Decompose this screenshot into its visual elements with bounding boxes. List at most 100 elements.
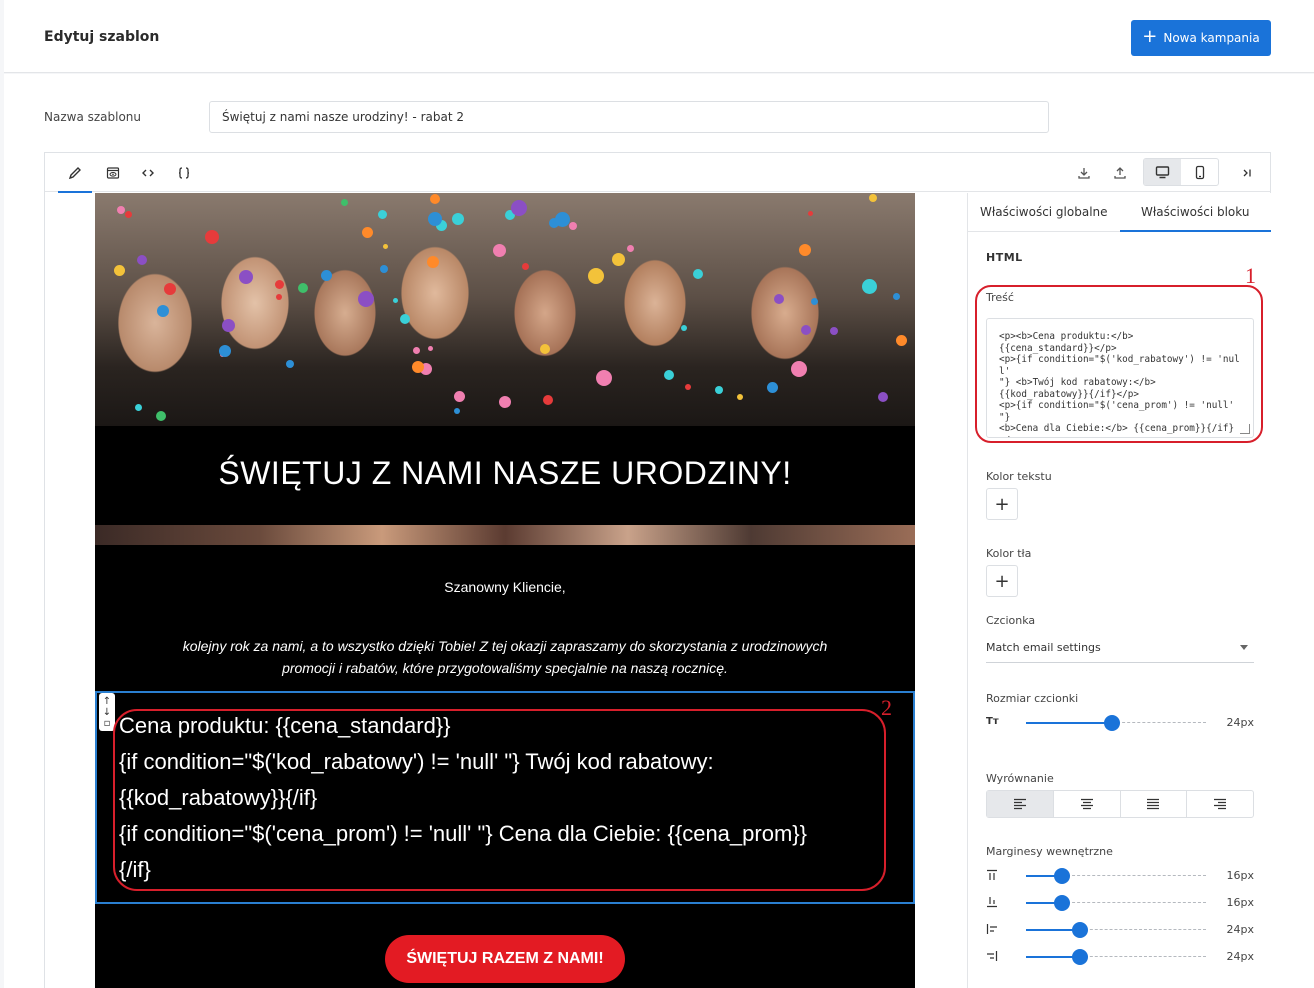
tab-block-properties[interactable]: Właściwości bloku xyxy=(1119,193,1272,232)
confetti xyxy=(511,200,527,216)
padding-left-value: 24px xyxy=(1226,923,1255,936)
confetti xyxy=(681,325,687,331)
resize-grip-icon[interactable] xyxy=(1240,424,1250,434)
download-icon[interactable] xyxy=(1069,161,1099,185)
page-header: Edytuj szablon + Nowa kampania xyxy=(4,0,1314,73)
confetti xyxy=(555,212,570,227)
preview-icon[interactable] xyxy=(98,161,128,185)
align-label: Wyrównanie xyxy=(986,772,1054,785)
pencil-icon[interactable] xyxy=(58,161,92,193)
greeting-text[interactable]: Szanowny Kliencie, xyxy=(95,579,915,595)
confetti xyxy=(117,206,125,214)
confetti xyxy=(219,345,231,357)
bg-color-add-button[interactable]: + xyxy=(986,565,1018,597)
email-preview: ŚWIĘTUJ Z NAMI NASZE URODZINY! Szanowny … xyxy=(95,193,915,988)
padding-right-slider[interactable] xyxy=(1026,949,1206,965)
mobile-icon[interactable] xyxy=(1181,159,1218,185)
font-select[interactable]: Match email settings xyxy=(986,633,1254,663)
section-title: HTML xyxy=(986,251,1023,264)
code-icon[interactable] xyxy=(133,161,163,185)
align-right-icon[interactable] xyxy=(1187,791,1253,817)
confetti xyxy=(896,335,907,346)
confetti xyxy=(430,194,440,204)
padding-left-slider[interactable] xyxy=(1026,922,1206,938)
confetti xyxy=(380,265,388,273)
confetti xyxy=(569,222,577,230)
email-canvas: ŚWIĘTUJ Z NAMI NASZE URODZINY! Szanowny … xyxy=(45,193,966,988)
align-center-icon[interactable] xyxy=(1054,791,1121,817)
padding-top-slider[interactable] xyxy=(1026,868,1206,884)
confetti xyxy=(452,213,464,225)
confetti xyxy=(135,404,142,411)
text-color-add-button[interactable]: + xyxy=(986,488,1018,520)
confetti xyxy=(205,230,219,244)
properties-panel: Właściwości globalne Właściwości bloku H… xyxy=(967,193,1271,988)
block-handle[interactable]: ↑ ↓ ▫ xyxy=(99,693,115,731)
delete-icon[interactable]: ▫ xyxy=(104,718,111,729)
padding-bottom-value: 16px xyxy=(1226,896,1255,909)
new-campaign-label: Nowa kampania xyxy=(1163,31,1260,45)
align-toggle xyxy=(986,790,1254,818)
confetti xyxy=(428,212,442,226)
tab-global-properties[interactable]: Właściwości globalne xyxy=(968,193,1120,231)
cta-button[interactable]: ŚWIĘTUJ RAZEM Z NAMI! xyxy=(385,935,625,983)
align-justify-icon[interactable] xyxy=(1121,791,1188,817)
confetti xyxy=(341,199,348,206)
slider-thumb[interactable] xyxy=(1072,922,1088,938)
padding-bottom-slider[interactable] xyxy=(1026,895,1206,911)
confetti xyxy=(222,319,235,332)
padding-top-row: 16px xyxy=(986,866,1254,886)
confetti xyxy=(428,346,433,351)
slider-thumb[interactable] xyxy=(1104,715,1120,731)
confetti xyxy=(830,327,838,335)
slider-thumb[interactable] xyxy=(1072,949,1088,965)
padding-top-icon xyxy=(986,869,1006,884)
html-content-textarea[interactable]: <p><b>Cena produktu:</b> {{cena_standard… xyxy=(986,318,1254,438)
photo-strip xyxy=(95,525,915,545)
template-name-input[interactable]: Świętuj z nami nasze urodziny! - rabat 2 xyxy=(209,101,1049,133)
confetti xyxy=(801,325,811,335)
confetti xyxy=(543,395,553,405)
confetti xyxy=(596,370,612,386)
confetti xyxy=(715,386,723,394)
confetti xyxy=(164,283,176,295)
upload-icon[interactable] xyxy=(1105,161,1135,185)
template-editor: ŚWIĘTUJ Z NAMI NASZE URODZINY! Szanowny … xyxy=(44,152,1271,988)
new-campaign-button[interactable]: + Nowa kampania xyxy=(1131,20,1271,56)
page-title: Edytuj szablon xyxy=(44,29,160,45)
font-size-slider[interactable] xyxy=(1026,715,1206,731)
confetti xyxy=(378,210,387,219)
confetti xyxy=(774,294,784,304)
slider-thumb[interactable] xyxy=(1054,895,1070,911)
collapse-panel-icon[interactable] xyxy=(1232,161,1262,185)
confetti xyxy=(276,294,282,300)
celebration-photo[interactable] xyxy=(95,193,915,426)
confetti xyxy=(156,411,166,421)
confetti xyxy=(799,244,811,256)
confetti xyxy=(157,305,169,317)
confetti xyxy=(321,270,332,281)
font-size-icon: Tт xyxy=(986,716,999,727)
move-up-icon[interactable]: ↑ xyxy=(103,696,111,707)
confetti xyxy=(383,244,388,249)
font-size-label: Rozmiar czcionki xyxy=(986,692,1079,705)
padding-bottom-row: 16px xyxy=(986,893,1254,913)
desktop-icon[interactable] xyxy=(1144,159,1181,185)
slider-thumb[interactable] xyxy=(1054,868,1070,884)
confetti xyxy=(612,253,625,266)
device-toggle xyxy=(1143,158,1219,186)
confetti xyxy=(791,361,807,377)
banner[interactable]: ŚWIĘTUJ Z NAMI NASZE URODZINY! xyxy=(95,426,915,525)
font-size-slider-row: Tт 24px xyxy=(986,713,1254,733)
move-down-icon[interactable]: ↓ xyxy=(103,707,111,718)
confetti xyxy=(275,280,284,289)
html-block-selected[interactable]: ↑ ↓ ▫ Cena produktu: {{cena_standard}} {… xyxy=(95,691,915,904)
intro-text[interactable]: kolejny rok za nami, a to wszystko dzięk… xyxy=(175,635,835,679)
confetti xyxy=(298,283,308,293)
braces-icon[interactable] xyxy=(169,161,199,185)
template-name-value: Świętuj z nami nasze urodziny! - rabat 2 xyxy=(222,110,464,124)
confetti xyxy=(114,265,125,276)
align-left-icon[interactable] xyxy=(987,791,1054,817)
padding-right-value: 24px xyxy=(1226,950,1255,963)
plus-icon: + xyxy=(994,493,1010,515)
